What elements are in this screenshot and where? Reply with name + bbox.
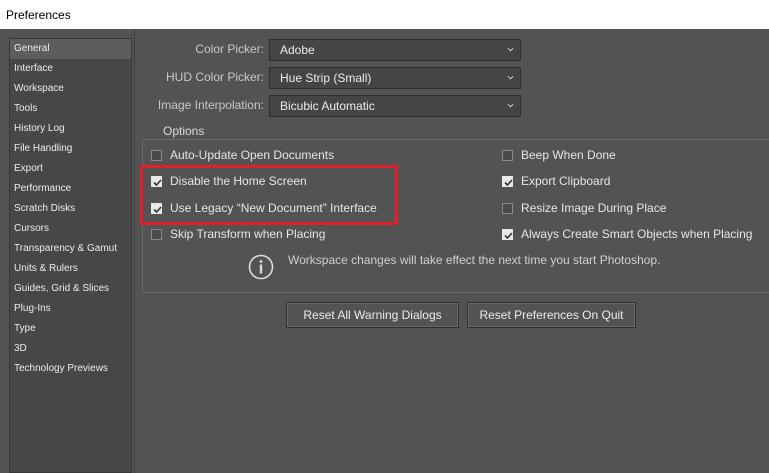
options-legend: Options (159, 124, 209, 138)
window-title: Preferences (0, 0, 769, 29)
sidebar-item-export[interactable]: Export (10, 159, 131, 179)
hud-color-picker-select[interactable]: Hue Strip (Small) (269, 67, 521, 89)
image-interpolation-select[interactable]: Bicubic Automatic (269, 95, 521, 117)
skip-transform-checkbox[interactable]: Skip Transform when Placing (151, 226, 325, 242)
sidebar-item-tools[interactable]: Tools (10, 99, 131, 119)
resize-image-checkbox[interactable]: Resize Image During Place (502, 200, 666, 216)
sidebar-item-general[interactable]: General (10, 39, 131, 59)
color-picker-value: Adobe (280, 43, 315, 57)
smart-objects-checkbox[interactable]: Always Create Smart Objects when Placing (502, 226, 752, 242)
image-interpolation-label: Image Interpolation: (157, 98, 264, 112)
auto-update-checkbox[interactable]: Auto-Update Open Documents (151, 147, 334, 163)
reset-preferences-button[interactable]: Reset Preferences On Quit (467, 302, 636, 328)
sidebar-item-units-rulers[interactable]: Units & Rulers (10, 259, 131, 279)
sidebar-item-performance[interactable]: Performance (10, 179, 131, 199)
sidebar-item-3d[interactable]: 3D (10, 339, 131, 359)
sidebar-item-interface[interactable]: Interface (10, 59, 131, 79)
export-clipboard-checkbox[interactable]: Export Clipboard (502, 173, 610, 189)
checkbox-checked-icon (502, 228, 513, 240)
smart-objects-label: Always Create Smart Objects when Placing (521, 227, 753, 241)
checkbox-checked-icon (502, 175, 513, 187)
sidebar-item-history-log[interactable]: History Log (10, 119, 131, 139)
chevron-down-icon (507, 47, 514, 52)
checkbox-unchecked-icon (502, 149, 513, 161)
checkbox-unchecked-icon (502, 202, 513, 214)
auto-update-label: Auto-Update Open Documents (170, 148, 335, 162)
sidebar: General Interface Workspace Tools Histor… (9, 38, 132, 473)
beep-when-done-checkbox[interactable]: Beep When Done (502, 147, 616, 163)
red-highlight-box (140, 165, 398, 225)
resize-image-label: Resize Image During Place (521, 201, 667, 215)
chevron-down-icon (507, 75, 514, 80)
panel-divider (134, 29, 135, 473)
hud-color-picker-label: HUD Color Picker: (165, 70, 264, 84)
skip-transform-label: Skip Transform when Placing (170, 227, 326, 241)
chevron-down-icon (507, 103, 514, 108)
sidebar-item-cursors[interactable]: Cursors (10, 219, 131, 239)
sidebar-item-file-handling[interactable]: File Handling (10, 139, 131, 159)
export-clipboard-label: Export Clipboard (521, 174, 611, 188)
info-icon (248, 254, 274, 280)
hud-color-picker-value: Hue Strip (Small) (280, 71, 372, 85)
color-picker-select[interactable]: Adobe (269, 39, 521, 61)
sidebar-item-plug-ins[interactable]: Plug-Ins (10, 299, 131, 319)
reset-warning-dialogs-button[interactable]: Reset All Warning Dialogs (286, 302, 459, 328)
sidebar-item-guides-grid-slices[interactable]: Guides, Grid & Slices (10, 279, 131, 299)
sidebar-item-type[interactable]: Type (10, 319, 131, 339)
sidebar-item-technology-previews[interactable]: Technology Previews (10, 359, 131, 379)
checkbox-unchecked-icon (151, 228, 162, 240)
beep-when-done-label: Beep When Done (521, 148, 616, 162)
color-picker-label: Color Picker: (195, 42, 264, 56)
sidebar-item-transparency-gamut[interactable]: Transparency & Gamut (10, 239, 131, 259)
sidebar-item-workspace[interactable]: Workspace (10, 79, 131, 99)
info-text: Workspace changes will take effect the n… (288, 253, 661, 267)
sidebar-item-scratch-disks[interactable]: Scratch Disks (10, 199, 131, 219)
image-interpolation-value: Bicubic Automatic (280, 99, 375, 113)
checkbox-unchecked-icon (151, 149, 162, 161)
